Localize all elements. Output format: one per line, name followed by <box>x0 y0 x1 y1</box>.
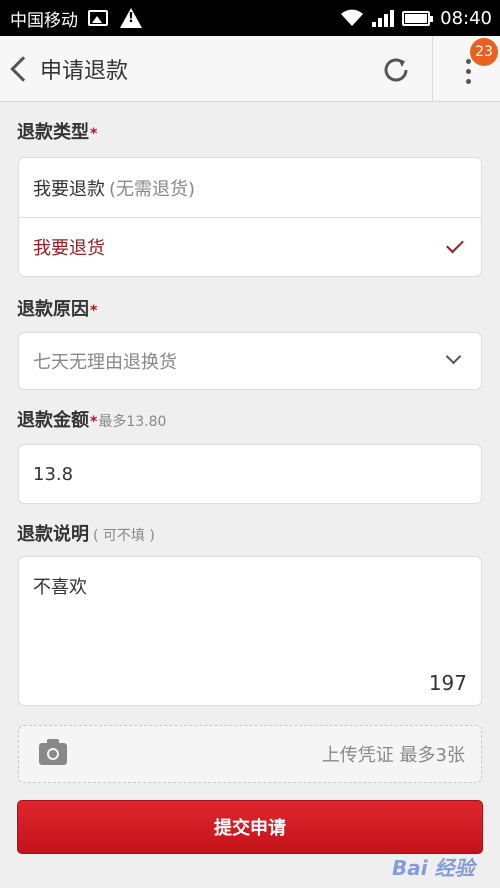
max-amount-hint: 最多13.80 <box>98 414 167 430</box>
refund-note-body: 不喜欢 197 <box>19 557 481 705</box>
more-dot-icon <box>465 68 471 74</box>
warning-icon <box>120 8 142 28</box>
required-mark: * <box>90 414 98 430</box>
top-bar: 申请退款 <box>0 36 500 102</box>
header-divider <box>432 36 433 102</box>
camera-icon <box>39 739 67 765</box>
refund-note-textarea[interactable]: 不喜欢 197 <box>18 556 482 706</box>
upload-evidence-button[interactable]: 上传凭证 最多3张 <box>18 725 482 783</box>
baidu-watermark-logo: Bai 经验 <box>392 856 475 880</box>
notification-badge: 23 <box>470 38 498 66</box>
optional-hint: ( 可不填 ) <box>93 528 155 544</box>
signal-icon <box>372 9 395 27</box>
option-refund-only[interactable]: 我要退款 (无需退货) <box>19 158 481 217</box>
refund-note-label: 退款说明( 可不填 ) <box>17 524 155 545</box>
wifi-icon <box>341 9 364 26</box>
back-button[interactable]: 申请退款 <box>0 36 128 101</box>
status-bar: 中国移动 08:40 <box>0 0 500 36</box>
clock: 08:40 <box>440 7 492 29</box>
refund-note-value: 不喜欢 <box>33 577 87 598</box>
refresh-button[interactable] <box>376 50 416 90</box>
refresh-icon <box>384 58 408 82</box>
option-return-goods[interactable]: 我要退货 <box>19 217 481 276</box>
chevron-down-icon <box>445 348 462 365</box>
carrier-name: 中国移动 <box>10 10 78 31</box>
required-mark: * <box>90 303 98 319</box>
back-arrow-icon <box>10 55 36 82</box>
image-notification-icon <box>88 10 108 26</box>
submit-button[interactable]: 提交申请 <box>17 800 483 854</box>
more-dot-icon <box>465 58 471 64</box>
upload-label: 上传凭证 最多3张 <box>321 745 465 766</box>
required-mark: * <box>90 126 98 142</box>
refund-reason-label: 退款原因* <box>17 299 98 320</box>
refund-type-label: 退款类型* <box>17 122 98 143</box>
checkmark-icon <box>446 235 464 254</box>
refund-amount-value: 13.8 <box>33 463 74 485</box>
refund-reason-select[interactable]: 七天无理由退换货 <box>18 332 482 390</box>
char-counter: 197 <box>428 671 467 695</box>
refund-reason-value: 七天无理由退换货 <box>19 333 481 389</box>
refund-amount-input[interactable]: 13.8 <box>18 444 482 504</box>
page-title: 申请退款 <box>40 58 129 84</box>
refund-type-options: 我要退款 (无需退货) 我要退货 <box>18 157 482 277</box>
battery-icon <box>402 10 434 26</box>
refund-amount-label: 退款金额*最多13.80 <box>17 410 167 431</box>
more-dot-icon <box>465 78 471 84</box>
